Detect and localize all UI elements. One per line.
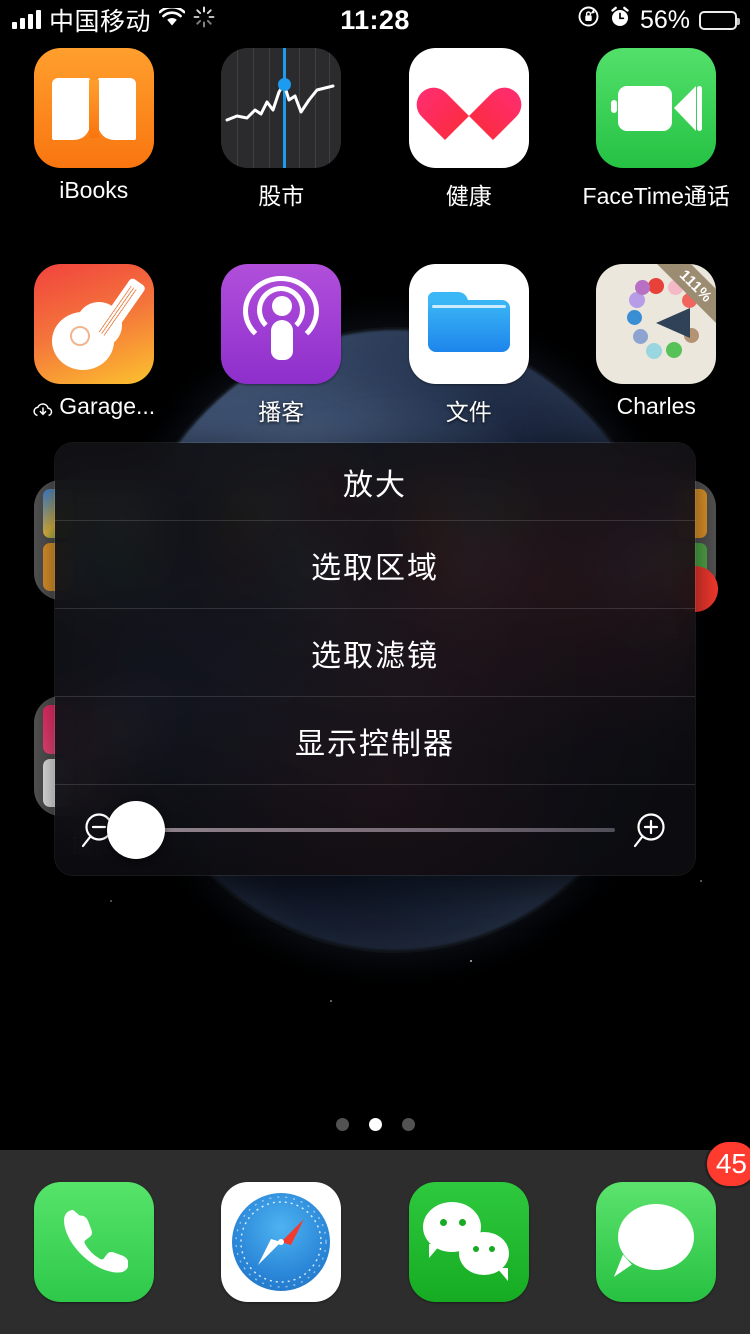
icon-wrap — [221, 264, 342, 384]
health-icon[interactable] — [408, 48, 529, 168]
app-label: iBooks — [59, 177, 129, 203]
iphone-home-screen: 中国移动 11:28 56% iBooks 股市 健康 FaceTime通话 G… — [0, 0, 750, 1334]
messages-icon[interactable] — [596, 1182, 717, 1302]
files-icon[interactable] — [408, 264, 529, 384]
badge-count: 45 — [706, 1142, 750, 1186]
icon-wrap — [596, 1182, 717, 1302]
app-label: Garage... — [59, 393, 156, 419]
icon-wrap: 111% — [596, 264, 717, 384]
phone-icon[interactable] — [33, 1182, 154, 1302]
app-cell-facetime[interactable]: FaceTime通话 — [563, 48, 750, 211]
app-label: FaceTime通话 — [582, 183, 730, 209]
dock-item-messages[interactable]: 45 — [563, 1142, 750, 1302]
app-label: 股市 — [258, 183, 305, 209]
zoom-slider-thumb[interactable] — [107, 801, 165, 859]
icon-wrap — [33, 1182, 154, 1302]
dock-item-wechat[interactable]: 19 — [375, 1142, 750, 1302]
icon-wrap — [221, 1182, 342, 1302]
app-cell-stocks[interactable]: 股市 — [188, 48, 376, 211]
dock: 19 45 — [0, 1142, 750, 1334]
battery-icon — [699, 10, 740, 30]
zoom-menu-item-show-controller[interactable]: 显示控制器 — [55, 697, 695, 785]
app-cell-garageband[interactable]: Garage... — [0, 264, 188, 427]
page-dot[interactable] — [401, 1118, 415, 1131]
icon-wrap — [408, 1182, 529, 1302]
app-label: Charles — [616, 393, 696, 419]
app-cell-ibooks[interactable]: iBooks — [0, 48, 188, 211]
icon-wrap — [33, 264, 154, 384]
zoom-menu-item-choose-region[interactable]: 选取区域 — [55, 521, 695, 609]
garageband-icon[interactable] — [33, 264, 154, 384]
page-dot[interactable] — [335, 1118, 349, 1131]
status-bar: 中国移动 11:28 56% — [0, 0, 750, 40]
zoom-level-slider-row[interactable] — [55, 785, 695, 875]
zoom-menu-item-choose-filter[interactable]: 选取滤镜 — [55, 609, 695, 697]
dock-item-safari[interactable] — [188, 1182, 376, 1302]
wechat-icon[interactable] — [408, 1182, 529, 1302]
app-row: Garage... 播客 文件 111% Charles — [0, 264, 750, 427]
app-label: 播客 — [258, 399, 305, 425]
app-label: 文件 — [445, 399, 492, 425]
app-cell-charles[interactable]: 111% Charles — [563, 264, 750, 427]
ibooks-icon[interactable] — [33, 48, 154, 168]
app-label-with-cloud: Garage... — [32, 393, 155, 420]
icon-wrap — [221, 48, 342, 168]
charles-icon[interactable]: 111% — [596, 264, 717, 384]
app-cell-health[interactable]: 健康 — [375, 48, 563, 211]
app-label: 健康 — [445, 183, 492, 209]
page-dots[interactable] — [0, 1118, 750, 1131]
zoom-panel-title: 放大 — [55, 443, 695, 521]
safari-icon[interactable] — [221, 1182, 342, 1302]
status-bar-clock: 11:28 — [340, 4, 410, 35]
facetime-icon[interactable] — [596, 48, 717, 168]
zoom-slider-track[interactable] — [107, 801, 615, 859]
cloud-download-icon — [32, 398, 54, 417]
zoom-control-panel: 放大 选取区域 选取滤镜 显示控制器 — [55, 443, 695, 875]
app-cell-podcasts[interactable]: 播客 — [188, 264, 376, 427]
magnifier-plus-icon[interactable] — [629, 808, 673, 852]
icon-wrap — [33, 48, 154, 168]
dock-item-phone[interactable] — [0, 1182, 188, 1302]
page-dot-active[interactable] — [368, 1118, 382, 1131]
icon-wrap — [408, 264, 529, 384]
app-cell-files[interactable]: 文件 — [375, 264, 563, 427]
icon-wrap — [408, 48, 529, 168]
app-row: iBooks 股市 健康 FaceTime通话 — [0, 48, 750, 211]
icon-wrap — [596, 48, 717, 168]
podcasts-icon[interactable] — [221, 264, 342, 384]
stocks-icon[interactable] — [221, 48, 342, 168]
